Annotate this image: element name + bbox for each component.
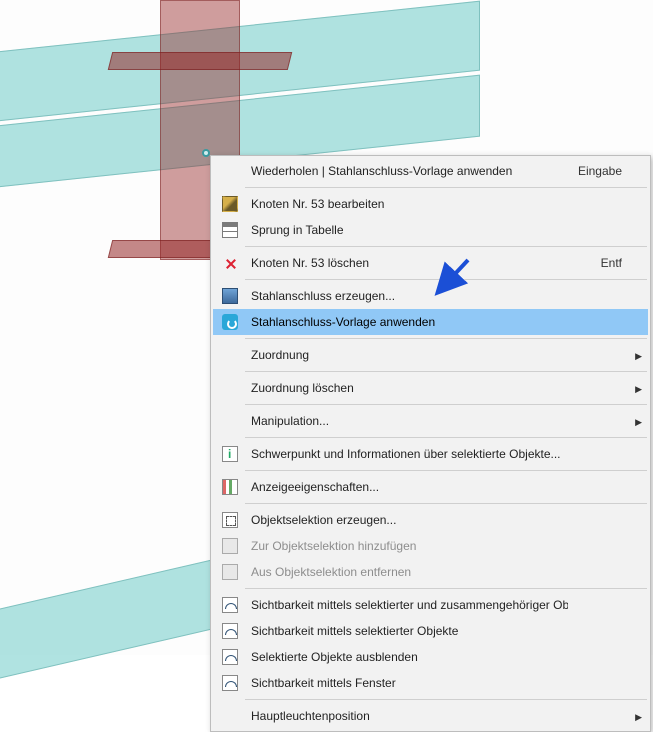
menu-item-label: Knoten Nr. 53 bearbeiten [243,197,568,211]
menu-item-label: Stahlanschluss-Vorlage anwenden [243,315,568,329]
menu-item-label: Sichtbarkeit mittels selektierter Objekt… [243,624,568,638]
menu-item-vis-window[interactable]: Sichtbarkeit mittels Fenster [213,670,648,696]
menu-item-shortcut: Entf [568,256,628,270]
menu-separator [245,588,647,589]
menu-separator [245,338,647,339]
menu-separator [245,437,647,438]
menu-separator [245,187,647,188]
menu-item-add-objsel: Zur Objektselektion hinzufügen [213,533,648,559]
menu-item-create-objsel[interactable]: Objektselektion erzeugen... [213,507,648,533]
menu-item-shortcut: Eingabe [568,164,628,178]
menu-separator [245,404,647,405]
menu-item-hide-selected[interactable]: Selektierte Objekte ausblenden [213,644,648,670]
menu-item-mainlight[interactable]: Hauptleuchtenposition [213,703,648,729]
menu-separator [245,699,647,700]
submenu-arrow-icon [628,414,644,428]
vis-icon [217,623,243,639]
column-flange-render [108,52,292,70]
menu-item-vis-related[interactable]: Sichtbarkeit mittels selektierter und zu… [213,592,648,618]
edit-icon [217,196,243,212]
submenu-arrow-icon [628,709,644,723]
menu-item-label: Anzeigeeigenschaften... [243,480,568,494]
menu-item-label: Hauptleuchtenposition [243,709,568,723]
menu-item-rem-objsel: Aus Objektselektion entfernen [213,559,648,585]
node-marker[interactable] [202,149,210,157]
menu-item-label: Sichtbarkeit mittels selektierter und zu… [243,598,568,612]
menu-item-centroid-info[interactable]: Schwerpunkt und Informationen über selek… [213,441,648,467]
table-icon [217,222,243,238]
menu-item-label: Objektselektion erzeugen... [243,513,568,527]
context-menu: Wiederholen | Stahlanschluss-Vorlage anw… [210,155,651,732]
menu-item-manipulate[interactable]: Manipulation... [213,408,648,434]
vis-icon [217,597,243,613]
sel-icon [217,512,243,528]
menu-item-label: Sprung in Tabelle [243,223,568,237]
generic-icon [217,564,243,580]
delete-icon [217,255,243,271]
menu-item-label: Zuordnung [243,348,568,362]
menu-item-create-conn[interactable]: Stahlanschluss erzeugen... [213,283,648,309]
menu-separator [245,279,647,280]
menu-item-label: Aus Objektselektion entfernen [243,565,568,579]
menu-item-vis-selected[interactable]: Sichtbarkeit mittels selektierter Objekt… [213,618,648,644]
submenu-arrow-icon [628,381,644,395]
vis-icon [217,675,243,691]
submenu-arrow-icon [628,348,644,362]
menu-separator [245,503,647,504]
generic-icon [217,538,243,554]
menu-item-unassign[interactable]: Zuordnung löschen [213,375,648,401]
menu-item-apply-template[interactable]: Stahlanschluss-Vorlage anwenden [213,309,648,335]
menu-item-label: Stahlanschluss erzeugen... [243,289,568,303]
vis-icon [217,649,243,665]
steel-icon [217,288,243,304]
menu-item-label: Zuordnung löschen [243,381,568,395]
menu-item-assign[interactable]: Zuordnung [213,342,648,368]
menu-item-redo[interactable]: Wiederholen | Stahlanschluss-Vorlage anw… [213,158,648,184]
menu-item-label: Selektierte Objekte ausblenden [243,650,568,664]
beam-render [0,558,220,693]
menu-item-jump-table[interactable]: Sprung in Tabelle [213,217,648,243]
menu-separator [245,246,647,247]
info-icon [217,446,243,462]
menu-item-label: Schwerpunkt und Informationen über selek… [243,447,568,461]
menu-item-label: Zur Objektselektion hinzufügen [243,539,568,553]
menu-item-display-props[interactable]: Anzeigeeigenschaften... [213,474,648,500]
menu-item-label: Manipulation... [243,414,568,428]
menu-item-label: Wiederholen | Stahlanschluss-Vorlage anw… [243,164,568,178]
menu-separator [245,470,647,471]
menu-item-label: Sichtbarkeit mittels Fenster [243,676,568,690]
menu-item-label: Knoten Nr. 53 löschen [243,256,568,270]
menu-item-delete-node[interactable]: Knoten Nr. 53 löschenEntf [213,250,648,276]
template-icon [217,314,243,330]
menu-separator [245,371,647,372]
props-icon [217,479,243,495]
menu-item-edit-node[interactable]: Knoten Nr. 53 bearbeiten [213,191,648,217]
